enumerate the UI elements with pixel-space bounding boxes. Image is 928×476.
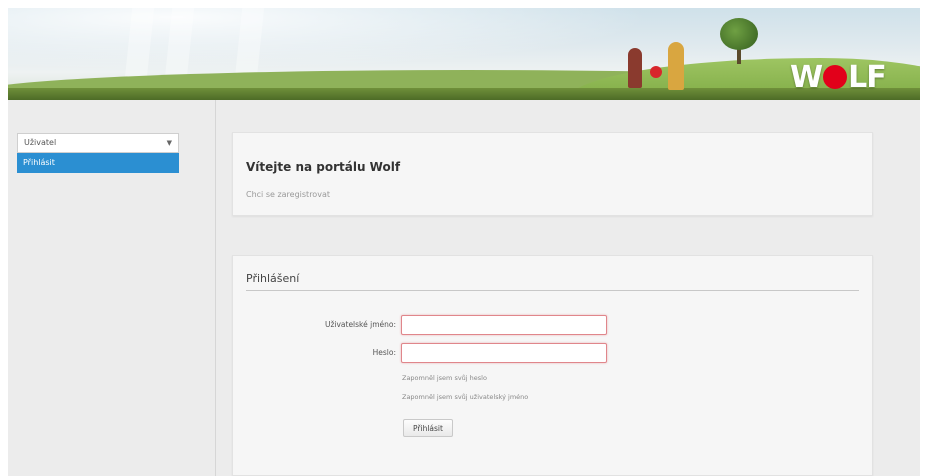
welcome-panel: [232, 132, 873, 216]
register-link[interactable]: Chci se zaregistrovat: [246, 190, 330, 199]
logo-dot-icon: [823, 65, 848, 89]
wolf-logo[interactable]: W LF: [790, 60, 887, 95]
username-input[interactable]: [401, 315, 607, 335]
password-label: Heslo:: [372, 348, 396, 357]
divider: [246, 290, 859, 291]
dropdown-arrow-icon: ▼: [166, 139, 172, 147]
forgot-password-link[interactable]: Zapomněl jsem svůj heslo: [402, 374, 487, 382]
username-label: Uživatelské jméno:: [324, 320, 396, 329]
sidebar-item-login[interactable]: Přihlásit: [17, 153, 179, 173]
page-title: Vítejte na portálu Wolf: [246, 160, 401, 174]
login-heading: Přihlášení: [246, 272, 300, 285]
header-banner: [8, 8, 920, 100]
user-menu-select[interactable]: Uživatel ▼: [17, 133, 179, 153]
password-input[interactable]: [401, 343, 607, 363]
login-button[interactable]: Přihlásit: [403, 419, 453, 437]
login-panel: [232, 255, 873, 476]
user-menu-label: Uživatel: [24, 138, 57, 147]
forgot-username-link[interactable]: Zapomněl jsem svůj uživatelský jméno: [402, 393, 528, 401]
sidebar-item-label: Přihlásit: [23, 158, 55, 167]
